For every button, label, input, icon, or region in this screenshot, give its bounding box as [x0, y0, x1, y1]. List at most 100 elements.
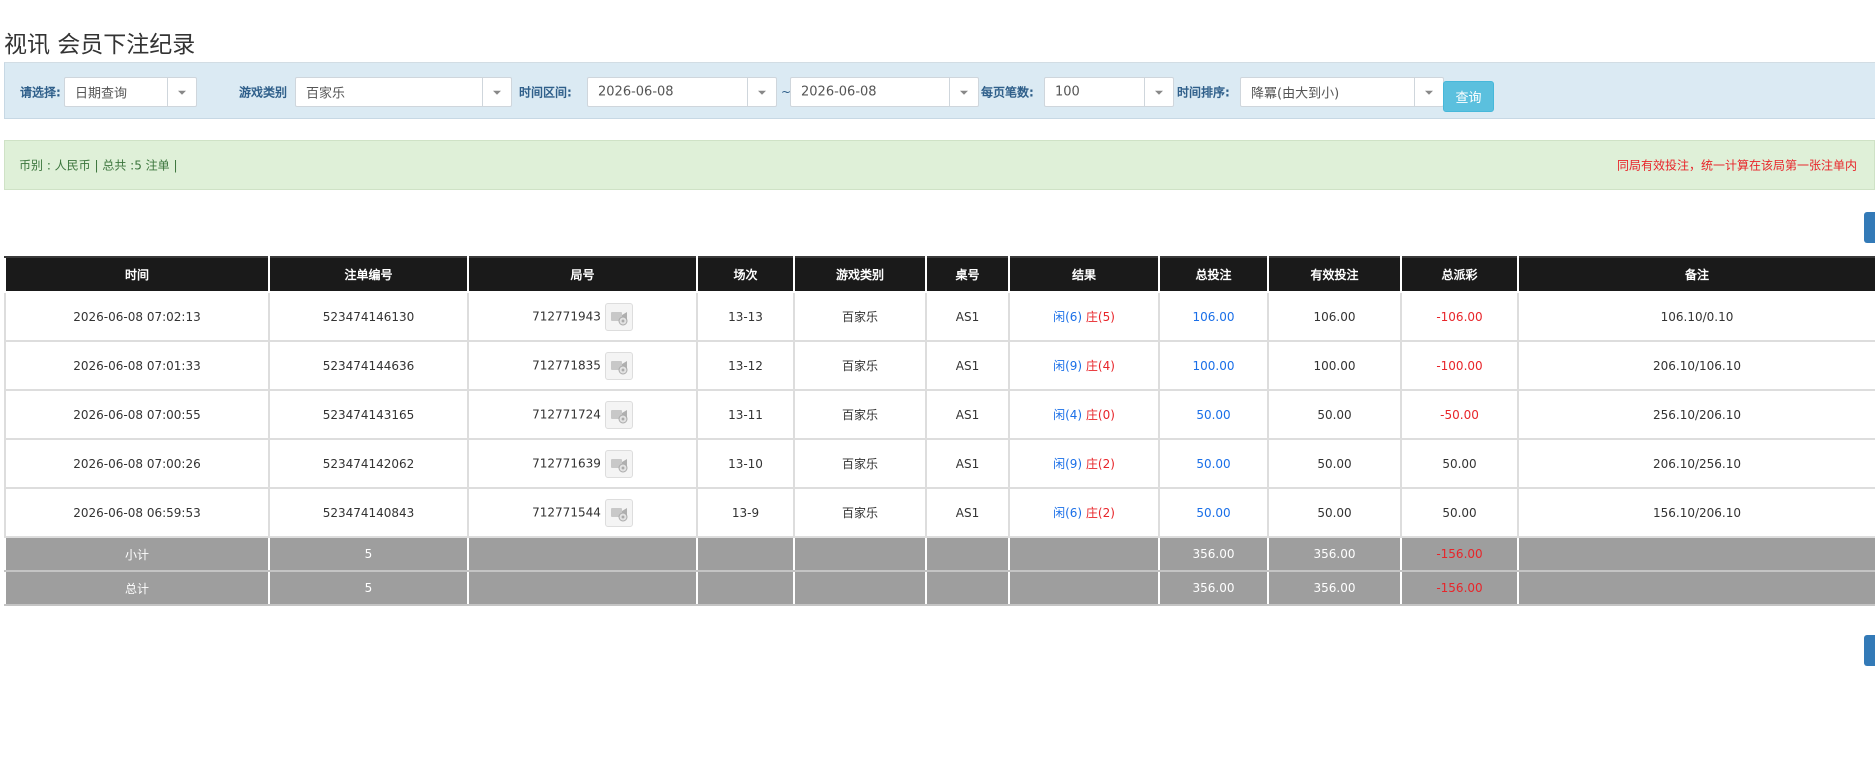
table-header-row: 时间 注单编号 局号 场次 游戏类别 桌号 结果 总投注 有效投注 总派彩 备注 [4, 256, 1875, 293]
per-page-label: 每页笔数: [981, 85, 1034, 100]
bottom-side-button[interactable] [1864, 635, 1875, 666]
subtotal-empty [696, 536, 795, 572]
query-button[interactable]: 查询 [1443, 81, 1494, 112]
cell-total-bet: 50.00 [1158, 487, 1269, 538]
subtotal-label: 小计 [4, 536, 270, 572]
cell-time: 2026-06-08 07:00:55 [4, 389, 270, 440]
cell-valid-bet: 50.00 [1267, 487, 1402, 538]
subtotal-empty [925, 536, 1010, 572]
total-label: 总计 [4, 570, 270, 606]
result-player: 闲(9) [1053, 457, 1083, 471]
per-page-select[interactable]: 100 [1044, 77, 1174, 107]
cell-table-no: AS1 [925, 291, 1010, 342]
total-empty [696, 570, 795, 606]
notice-text: 同局有效投注，统一计算在该局第一张注单内 [1617, 158, 1858, 173]
round-no-text: 712771724 [532, 407, 601, 421]
subtotal-empty [793, 536, 927, 572]
cell-round-no: 712771835 [467, 340, 698, 391]
query-type-select[interactable]: 日期查询 [64, 77, 197, 107]
top-side-button[interactable] [1864, 212, 1875, 243]
video-replay-icon[interactable] [604, 449, 633, 478]
result-player: 闲(6) [1053, 506, 1083, 520]
cell-session: 13-13 [696, 291, 795, 342]
cell-payout: -100.00 [1400, 340, 1519, 391]
cell-valid-bet: 50.00 [1267, 438, 1402, 489]
game-type-select[interactable]: 百家乐 [295, 77, 512, 107]
table-row: 2026-06-08 07:00:26 523474142062 712771639… [4, 438, 1875, 489]
result-banker: 庄(0) [1085, 408, 1115, 422]
chevron-down-icon [482, 78, 511, 106]
col-header-bet-no[interactable]: 注单编号 [268, 256, 469, 293]
total-count: 5 [268, 570, 469, 606]
round-no-text: 712771835 [532, 358, 601, 372]
video-replay-icon[interactable] [604, 400, 633, 429]
col-header-table-no[interactable]: 桌号 [925, 256, 1010, 293]
col-header-result[interactable]: 结果 [1008, 256, 1160, 293]
total-payout: -156.00 [1400, 570, 1519, 606]
col-header-valid-bet[interactable]: 有效投注 [1267, 256, 1402, 293]
cell-table-no: AS1 [925, 340, 1010, 391]
sort-label: 时间排序: [1177, 85, 1230, 100]
subtotal-total-bet: 356.00 [1158, 536, 1269, 572]
chevron-down-icon [949, 78, 978, 106]
total-empty [793, 570, 927, 606]
col-header-remark[interactable]: 备注 [1517, 256, 1875, 293]
round-no-text: 712771943 [532, 309, 601, 323]
subtotal-payout: -156.00 [1400, 536, 1519, 572]
video-replay-icon[interactable] [604, 351, 633, 380]
cell-time: 2026-06-08 07:01:33 [4, 340, 270, 391]
cell-round-no: 712771544 [467, 487, 698, 538]
bet-records-table: 时间 注单编号 局号 场次 游戏类别 桌号 结果 总投注 有效投注 总派彩 备注… [4, 256, 1875, 606]
cell-round-no: 712771943 [467, 291, 698, 342]
col-header-time[interactable]: 时间 [4, 256, 270, 293]
cell-game: 百家乐 [793, 340, 927, 391]
cell-total-bet: 50.00 [1158, 389, 1269, 440]
cell-result: 闲(9) 庄(2) [1008, 438, 1160, 489]
cell-game: 百家乐 [793, 487, 927, 538]
date-from-select[interactable]: 2026-06-08 [587, 77, 777, 107]
video-replay-icon[interactable] [604, 302, 633, 331]
cell-game: 百家乐 [793, 389, 927, 440]
subtotal-count: 5 [268, 536, 469, 572]
result-banker: 庄(2) [1085, 506, 1115, 520]
result-player: 闲(6) [1053, 310, 1083, 324]
cell-result: 闲(9) 庄(4) [1008, 340, 1160, 391]
col-header-game-type[interactable]: 游戏类别 [793, 256, 927, 293]
cell-valid-bet: 50.00 [1267, 389, 1402, 440]
date-from-value: 2026-06-08 [598, 84, 674, 100]
col-header-round-no[interactable]: 局号 [467, 256, 698, 293]
cell-valid-bet: 106.00 [1267, 291, 1402, 342]
subtotal-empty [1517, 536, 1875, 572]
page-title: 视讯 会员下注纪录 [4, 32, 196, 58]
cell-payout: 50.00 [1400, 487, 1519, 538]
table-row: 2026-06-08 07:00:55 523474143165 712771724… [4, 389, 1875, 440]
game-type-value: 百家乐 [306, 86, 346, 102]
cell-remark: 156.10/206.10 [1517, 487, 1875, 538]
col-header-session[interactable]: 场次 [696, 256, 795, 293]
chevron-down-icon [747, 78, 776, 106]
col-header-total-bet[interactable]: 总投注 [1158, 256, 1269, 293]
cell-game: 百家乐 [793, 438, 927, 489]
cell-table-no: AS1 [925, 389, 1010, 440]
chevron-down-icon [167, 78, 196, 106]
col-header-payout[interactable]: 总派彩 [1400, 256, 1519, 293]
total-valid-bet: 356.00 [1267, 570, 1402, 606]
round-no-text: 712771544 [532, 505, 601, 519]
cell-table-no: AS1 [925, 438, 1010, 489]
date-to-select[interactable]: 2026-06-08 [790, 77, 979, 107]
cell-total-bet: 106.00 [1158, 291, 1269, 342]
total-empty [467, 570, 698, 606]
cell-bet-no: 523474140843 [268, 487, 469, 538]
subtotal-empty [1008, 536, 1160, 572]
cell-remark: 106.10/0.10 [1517, 291, 1875, 342]
chevron-down-icon [1144, 78, 1173, 106]
cell-result: 闲(6) 庄(2) [1008, 487, 1160, 538]
subtotal-valid-bet: 356.00 [1267, 536, 1402, 572]
sort-select[interactable]: 降冪(由大到小) [1240, 77, 1444, 107]
cell-game: 百家乐 [793, 291, 927, 342]
cell-remark: 206.10/256.10 [1517, 438, 1875, 489]
cell-bet-no: 523474143165 [268, 389, 469, 440]
cell-total-bet: 50.00 [1158, 438, 1269, 489]
video-replay-icon[interactable] [604, 498, 633, 527]
date-to-value: 2026-06-08 [801, 84, 877, 100]
